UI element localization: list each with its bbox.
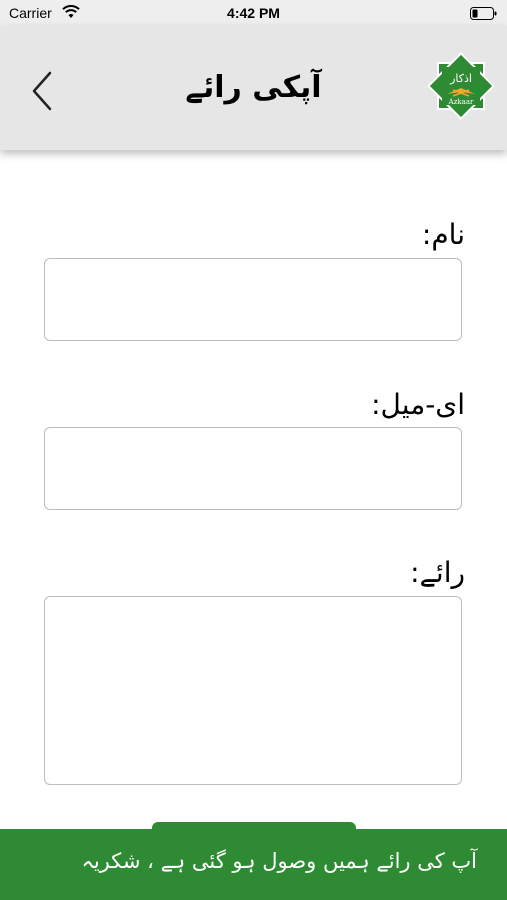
email-label: ای-میل:: [371, 388, 465, 421]
azkaar-logo: اذکار Azkaar: [427, 52, 495, 120]
status-time: 4:42 PM: [227, 5, 280, 21]
feedback-textarea[interactable]: [45, 597, 461, 784]
email-input[interactable]: [45, 428, 461, 509]
success-toast: آپ کی رائے ہمیں وصول ہو گئی ہے ، شکریہ: [0, 829, 507, 900]
toast-message: آپ کی رائے ہمیں وصول ہو گئی ہے ، شکریہ: [81, 849, 477, 873]
name-label: نام:: [421, 218, 465, 251]
navigation-bar: آپکی رائے اذکار Azkaar: [0, 26, 507, 150]
name-field-container: [44, 258, 462, 341]
svg-text:اذکار: اذکار: [449, 72, 472, 85]
status-bar: Carrier 4:42 PM: [0, 0, 507, 26]
email-field-container: [44, 427, 462, 510]
feedback-label: رائے:: [410, 556, 465, 589]
name-input[interactable]: [45, 259, 461, 340]
feedback-field-container: [44, 596, 462, 785]
svg-text:Azkaar: Azkaar: [448, 98, 474, 106]
battery-icon: [470, 7, 497, 23]
